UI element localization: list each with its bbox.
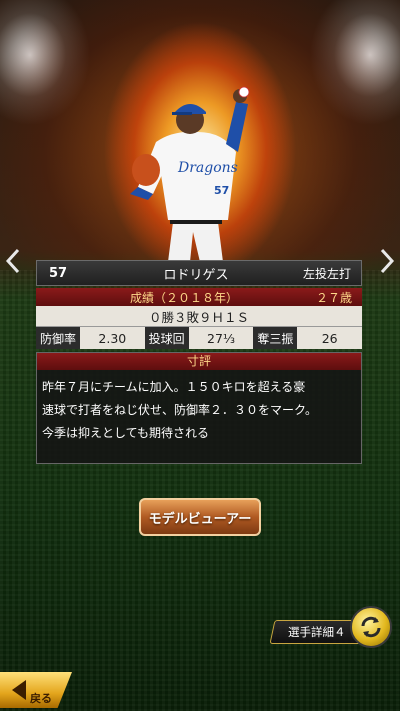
stat-label: 奪三振 <box>253 327 298 349</box>
player-illustration: Dragons 57 <box>130 86 250 262</box>
stat-value: 27⅓ <box>207 330 236 346</box>
comment-text: 昨年７月にチームに加入。１５０キロを超える豪 速球で打者をねじ伏せ、防御率２．３… <box>37 370 361 445</box>
stat-era: 防御率 2.30 <box>36 327 145 349</box>
record-title: 成績（２０１８年） <box>129 290 238 305</box>
comment-title: 寸評 <box>37 353 361 370</box>
prev-player-button[interactable] <box>2 246 24 276</box>
swap-arrows-glyph <box>361 616 381 638</box>
comment-panel: 寸評 昨年７月にチームに加入。１５０キロを超える豪 速球で打者をねじ伏せ、防御率… <box>36 352 362 464</box>
stat-innings: 投球回 27⅓ <box>144 327 254 349</box>
comment-line: 速球で打者をねじ伏せ、防御率２．３０をマーク。 <box>42 403 318 417</box>
stat-label: 防御率 <box>36 327 81 349</box>
back-label: 戻る <box>30 692 52 705</box>
comment-line: 昨年７月にチームに加入。１５０キロを超える豪 <box>42 380 306 394</box>
svg-text:57: 57 <box>214 184 229 197</box>
svg-text:Dragons: Dragons <box>177 160 238 176</box>
player-header: 57 ロドリゲス 左投左打 <box>36 260 362 286</box>
player-name: ロドリゲス <box>163 267 229 283</box>
player-handedness: 左投左打 <box>302 266 351 281</box>
stat-strikeouts: 奪三振 26 <box>253 327 362 349</box>
record-summary: ０勝３敗９Ｈ１Ｓ <box>36 306 362 327</box>
player-detail-label: 選手詳細４ <box>288 625 346 639</box>
chevron-right-icon <box>380 248 395 274</box>
stat-value: 26 <box>321 330 338 346</box>
stat-value: 2.30 <box>98 330 127 346</box>
swap-arrows-icon[interactable] <box>350 606 392 648</box>
stats-row: 防御率 2.30 投球回 27⅓ 奪三振 26 <box>36 327 362 349</box>
record-title-bar: 成績（２０１８年） ２７歳 <box>36 288 362 306</box>
comment-line: 今季は抑えとしても期待される <box>42 426 210 440</box>
player-number: 57 <box>49 265 68 281</box>
stat-label: 投球回 <box>144 327 189 349</box>
chevron-left-icon <box>5 248 20 274</box>
model-viewer-button[interactable]: モデルビューアー <box>139 498 261 536</box>
back-arrow-icon <box>12 680 26 700</box>
player-age: ２７歳 <box>315 290 352 305</box>
next-player-button[interactable] <box>376 246 398 276</box>
